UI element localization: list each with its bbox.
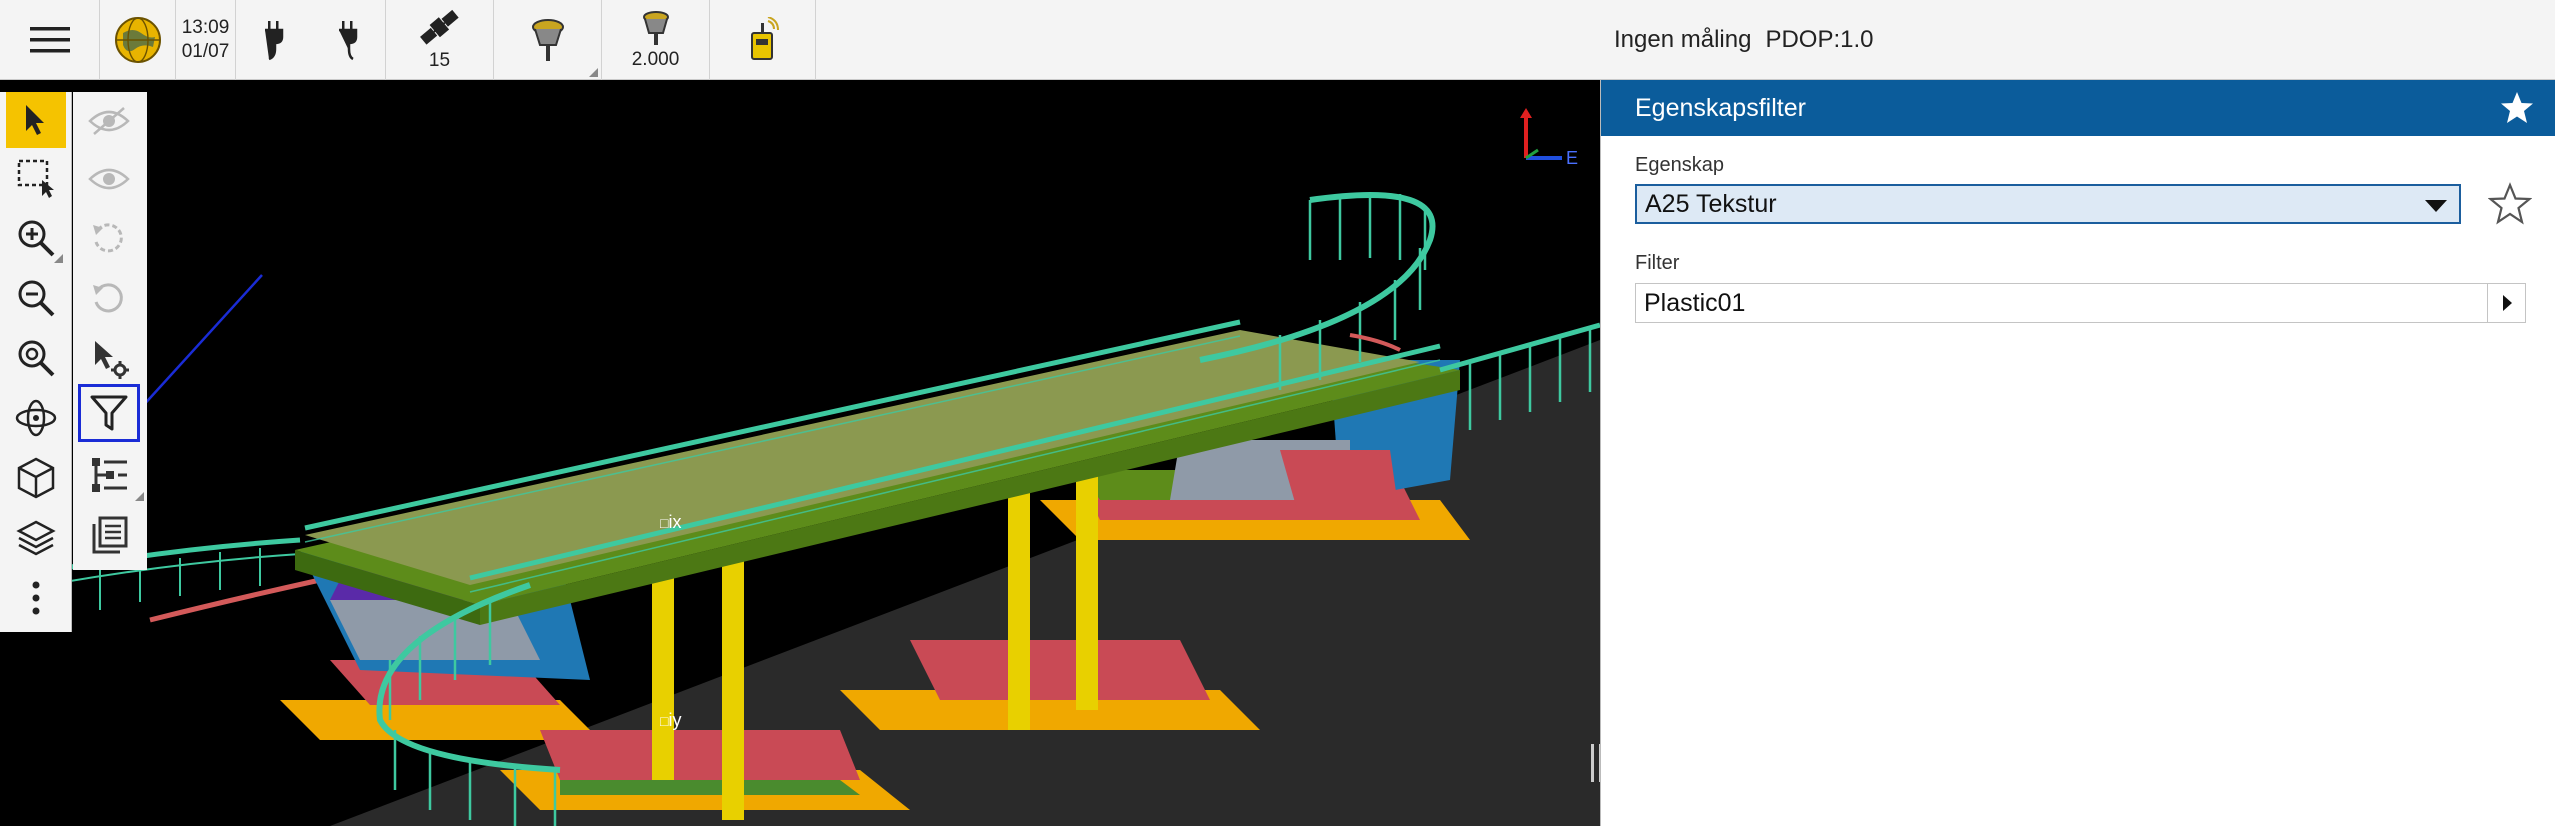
job-button[interactable] <box>100 0 176 80</box>
undo-tool[interactable] <box>78 270 140 328</box>
antenna-height-value: 2.000 <box>631 49 680 70</box>
property-select[interactable]: A25 Tekstur <box>1635 184 2461 224</box>
status-bar: 13:09 01/07 15 2.000 <box>0 0 1600 80</box>
select-settings-tool[interactable] <box>78 330 140 388</box>
cube-icon <box>17 457 55 499</box>
selection-toolbar <box>73 92 147 570</box>
satellite-icon <box>419 9 459 45</box>
hide-selection-tool[interactable] <box>78 92 140 150</box>
hamburger-icon <box>29 27 70 53</box>
filter-label: Filter <box>1635 252 1680 274</box>
zoom-extents-tool[interactable] <box>6 330 66 386</box>
panel-splitter[interactable] <box>1591 744 1600 782</box>
dropdown-arrow-icon <box>2425 200 2447 212</box>
zoom-in-icon <box>18 220 55 257</box>
app-window: 13:09 01/07 15 2.000 Ingen måling PDOP:1… <box>0 0 2555 826</box>
zoom-in-tool[interactable] <box>6 210 66 266</box>
review-list-tool[interactable] <box>78 506 140 564</box>
date-text: 01/07 <box>181 41 230 62</box>
tree-list-icon <box>92 458 127 492</box>
globe-icon <box>114 17 161 63</box>
bridge-model <box>0 108 1600 826</box>
zoom-out-icon <box>18 280 55 317</box>
more-vertical-icon <box>32 581 40 615</box>
tree-view-tool[interactable] <box>78 446 144 504</box>
layers-icon <box>16 520 56 556</box>
receiver-button[interactable] <box>494 0 602 80</box>
radio-icon <box>750 17 779 60</box>
filter-field-value: Plastic01 <box>1644 288 1746 317</box>
property-filter-panel: Egenskapsfilter Egenskap A25 Tekstur Fil… <box>1600 80 2555 826</box>
select-rectangle-icon <box>17 159 54 198</box>
property-filter-tool[interactable] <box>78 384 140 442</box>
pdop-value: PDOP:1.0 <box>1765 25 1874 53</box>
panel-header: Egenskapsfilter <box>1601 80 2555 136</box>
refresh-icon <box>93 223 123 253</box>
orbit-icon <box>15 399 57 437</box>
map-toolbar <box>0 92 72 632</box>
orbit-tool[interactable] <box>6 390 66 446</box>
power-button[interactable] <box>236 0 386 80</box>
pointer-icon <box>26 105 44 135</box>
label-iy: □iy <box>660 710 682 730</box>
satellite-count: 15 <box>428 50 451 71</box>
radio-button[interactable] <box>710 0 816 80</box>
pointer-gear-icon <box>95 341 129 379</box>
eye-icon <box>88 168 130 190</box>
label-ix: □ix <box>660 512 682 532</box>
satellites-button[interactable]: 15 <box>386 0 494 80</box>
documents-icon <box>92 516 128 554</box>
reset-visibility-tool[interactable] <box>78 210 140 268</box>
chevron-right-icon <box>2502 295 2512 311</box>
menu-button[interactable] <box>0 0 100 80</box>
filter-options-button[interactable] <box>2487 284 2525 322</box>
plug-icon <box>338 21 357 61</box>
measure-status: Ingen måling <box>1614 25 1752 53</box>
submenu-indicator <box>135 492 144 501</box>
isolate-selection-tool[interactable] <box>78 150 140 208</box>
antenna-height-button[interactable]: 2.000 <box>602 0 710 80</box>
layers-tool[interactable] <box>6 510 66 566</box>
submenu-indicator <box>589 68 598 77</box>
select-rectangle-tool[interactable] <box>6 150 66 206</box>
time-text: 13:09 <box>181 17 230 38</box>
map-viewport[interactable]: E □ix □iy <box>0 80 1600 826</box>
gnss-receiver-icon <box>531 19 564 61</box>
filter-icon <box>90 395 128 431</box>
zoom-extents-icon <box>18 340 55 377</box>
select-tool[interactable] <box>6 92 66 148</box>
more-tools-button[interactable] <box>6 570 66 626</box>
star-outline-icon[interactable] <box>2488 182 2532 226</box>
star-filled-icon[interactable] <box>2499 91 2535 125</box>
eye-hidden-icon <box>88 107 130 135</box>
property-label: Egenskap <box>1635 154 1724 176</box>
property-select-value: A25 Tekstur <box>1645 189 1777 218</box>
antenna-icon <box>642 11 669 45</box>
zoom-out-tool[interactable] <box>6 270 66 326</box>
undo-icon <box>93 283 123 313</box>
status-header: Ingen måling PDOP:1.0 <box>1600 0 2555 80</box>
view-cube-tool[interactable] <box>6 450 66 506</box>
filter-field[interactable]: Plastic01 <box>1635 283 2526 323</box>
axis-east-label: E <box>1566 148 1579 168</box>
submenu-indicator <box>54 254 63 263</box>
plug-icon <box>264 21 283 61</box>
panel-title: Egenskapsfilter <box>1635 93 1806 122</box>
datetime: 13:09 01/07 <box>176 0 236 80</box>
